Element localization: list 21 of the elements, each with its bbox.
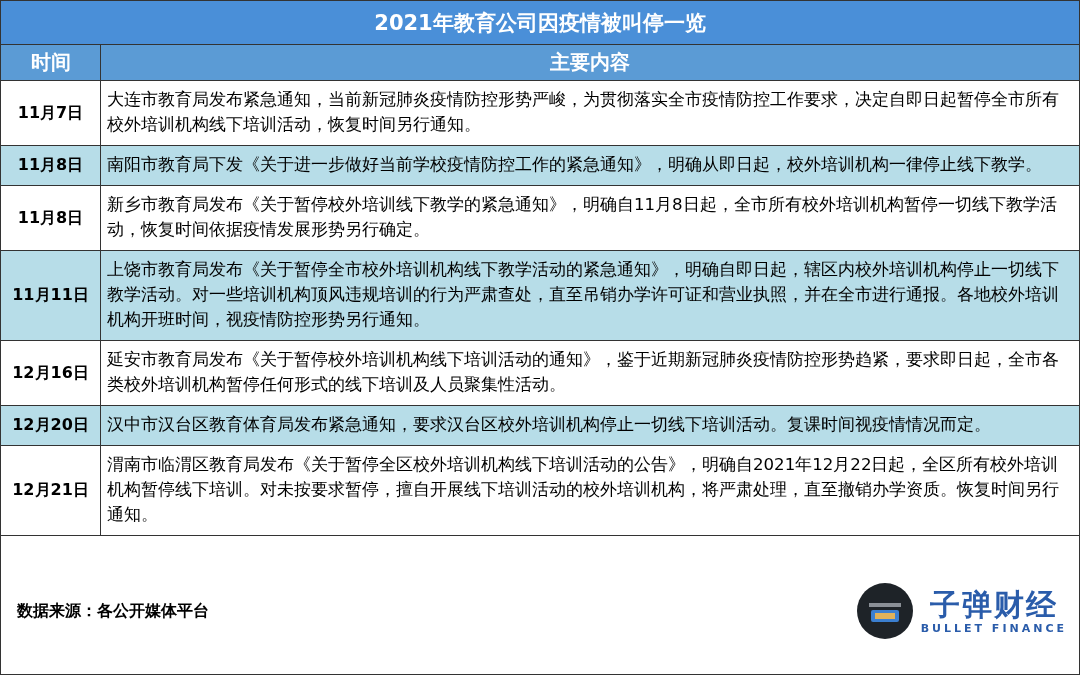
column-header: 时间 — [1, 45, 101, 81]
content-cell-text: 南阳市教育局下发《关于进一步做好当前学校疫情防控工作的紧急通知》，明确从即日起，校外培训机构一律停止线下教学。 — [106, 154, 1043, 176]
date-cell: 11月11日 — [1, 251, 101, 340]
date-cell: 11月7日 — [1, 81, 101, 145]
content-cell-text: 新乡市教育局发布《关于暂停校外培训线下教学的紧急通知》，明确自11月8日起，全市所有校外培训机构暂停一切线下教学活动，恢复时间依据疫情发展形势另行确定。 — [106, 194, 1058, 241]
date-cell: 11月8日 — [1, 186, 101, 250]
source-note: 数据来源：各公开媒体平台 — [17, 600, 209, 622]
content-cell-text: 汉中市汉台区教育体育局发布紧急通知，要求汉台区校外培训机构停止一切线下培训活动。复课时间视疫情情况而定。 — [106, 414, 992, 436]
logo-name: 子弹财经 — [929, 587, 1058, 622]
content-cell-text: 大连市教育局发布紧急通知，当前新冠肺炎疫情防控形势严峻，为贯彻落实全市疫情防控工作要求，决定自即日起暂停全市所有校外培训机构线下培训活动，恢复时间另行通知。 — [106, 89, 1060, 136]
date-cell: 12月16日 — [1, 341, 101, 405]
logo-subtitle: BULLET FINANCE — [920, 621, 1067, 635]
date-cell: 11月8日 — [1, 146, 101, 185]
date-cell: 12月21日 — [1, 446, 101, 535]
content-cell-text: 延安市教育局发布《关于暂停校外培训机构线下培训活动的通知》，鉴于近期新冠肺炎疫情防控形势趋紧，要求即日起，全市各类校外培训机构暂停任何形式的线下培训及人员聚集性活动。 — [106, 349, 1060, 396]
table-title: 2021年教育公司因疫情被叫停一览 — [1, 1, 1079, 45]
content-cell-text: 渭南市临渭区教育局发布《关于暂停全区校外培训机构线下培训活动的公告》，明确自2021年12月22日起，全区所有校外培训机构暂停线下培训。对未按要求暂停，擅自开展线下培训活动的校外培训机构，将严肃处理，直至撤销办学资质。恢复时间另行通知。 — [106, 454, 1060, 526]
date-cell: 12月20日 — [1, 406, 101, 445]
logo-icon — [856, 583, 913, 639]
content-cell-text: 上饶市教育局发布《关于暂停全市校外培训机构线下教学活动的紧急通知》，明确自即日起，辖区内校外培训机构停止一切线下教学活动。对一些培训机构顶风违规培训的行为严肃查处，直至吊销办学许可证和营业执照，并在全市进行通报。各地校外培训机构开班时间，视疫情防控形势另行通知。 — [106, 259, 1060, 331]
column-header: 主要内容 — [101, 45, 1079, 81]
